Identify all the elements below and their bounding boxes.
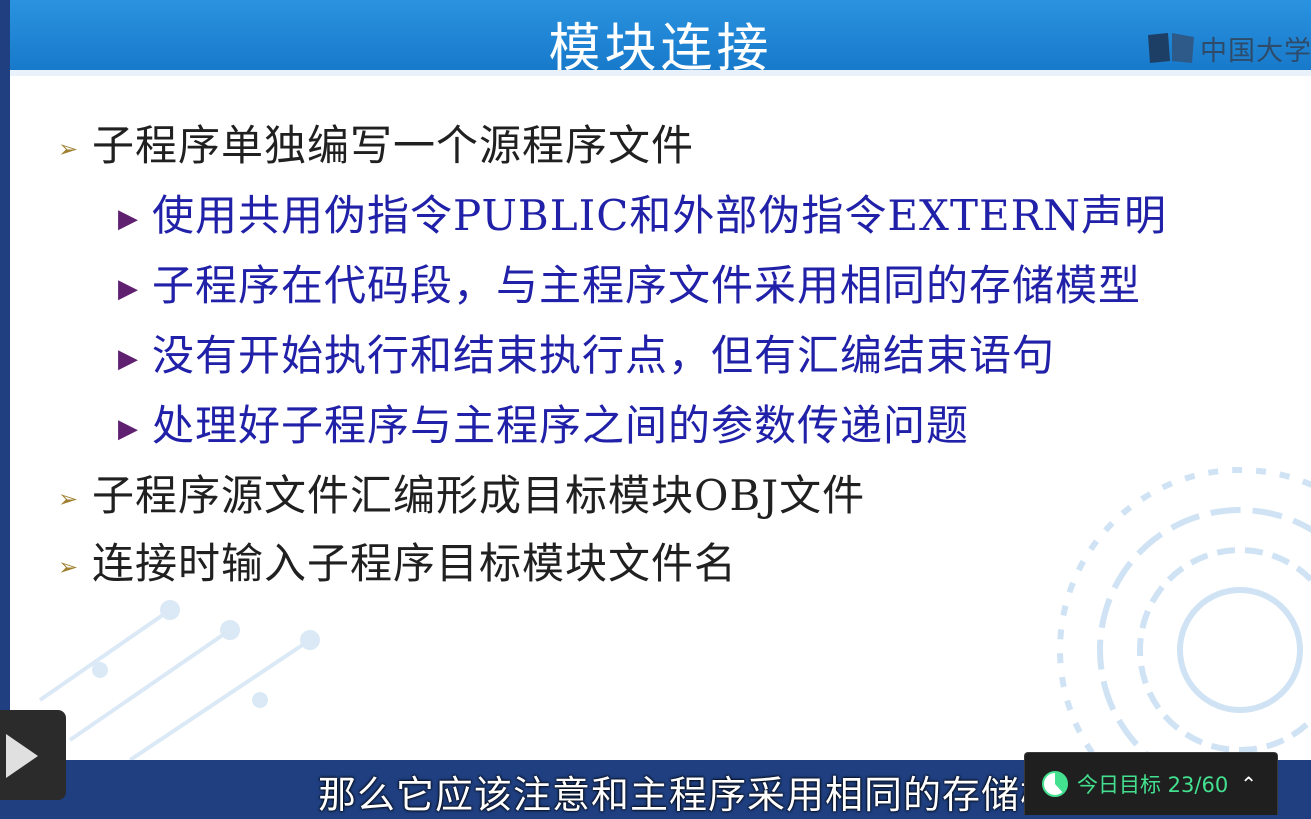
play-button[interactable] [0,710,66,800]
pie-progress-icon [1042,771,1068,797]
bullet-text: 处理好子程序与主程序之间的参数传递问题 [152,401,970,450]
daily-goal-widget[interactable]: 今日目标 23/60 ⌃ [1024,752,1278,815]
sub-bullet-item: ▶ 没有开始执行和结束执行点，但有汇编结束语句 [118,322,1055,383]
arrow-bullet-icon: ➢ [58,135,80,163]
sub-bullet-item: ▶ 处理好子程序与主程序之间的参数传递问题 [118,392,969,453]
sub-bullet-item: ▶ 使用共用伪指令PUBLIC和外部伪指令EXTERN声明 [118,182,1167,243]
bullet-text: 子程序在代码段，与主程序文件采用相同的存储模型 [152,261,1142,310]
arrow-bullet-icon: ➢ [58,553,80,581]
bullet-item: ➢ 连接时输入子程序目标模块文件名 [58,530,737,591]
video-subtitle: 那么它应该注意和主程序采用相同的存储模 [318,773,1060,817]
bullet-text: 使用共用伪指令PUBLIC和外部伪指令EXTERN声明 [152,191,1168,240]
chevron-up-icon[interactable]: ⌃ [1240,772,1257,796]
triangle-bullet-icon: ▶ [118,274,139,304]
triangle-bullet-icon: ▶ [118,414,139,444]
slide: 模块连接 中国大学 ➢ 子程序单独编写一个源程序文件 ▶ 使用共用伪指令PUBLIC… [10,0,1311,760]
arrow-bullet-icon: ➢ [58,485,80,513]
bullet-item: ➢ 子程序源文件汇编形成目标模块OBJ文件 [58,462,865,523]
play-icon [6,734,38,778]
bullet-text: 没有开始执行和结束执行点，但有汇编结束语句 [152,331,1056,380]
bullet-text: 连接时输入子程序目标模块文件名 [92,539,738,588]
bullet-text: 子程序源文件汇编形成目标模块OBJ文件 [92,471,866,520]
triangle-bullet-icon: ▶ [118,344,139,374]
triangle-bullet-icon: ▶ [118,204,139,234]
bullet-item: ➢ 子程序单独编写一个源程序文件 [58,112,694,173]
sub-bullet-item: ▶ 子程序在代码段，与主程序文件采用相同的存储模型 [118,252,1141,313]
goal-label: 今日目标 23/60 [1077,773,1229,797]
bullet-list: ➢ 子程序单独编写一个源程序文件 ▶ 使用共用伪指令PUBLIC和外部伪指令EXTE… [10,0,1311,760]
bullet-text: 子程序单独编写一个源程序文件 [92,121,695,170]
